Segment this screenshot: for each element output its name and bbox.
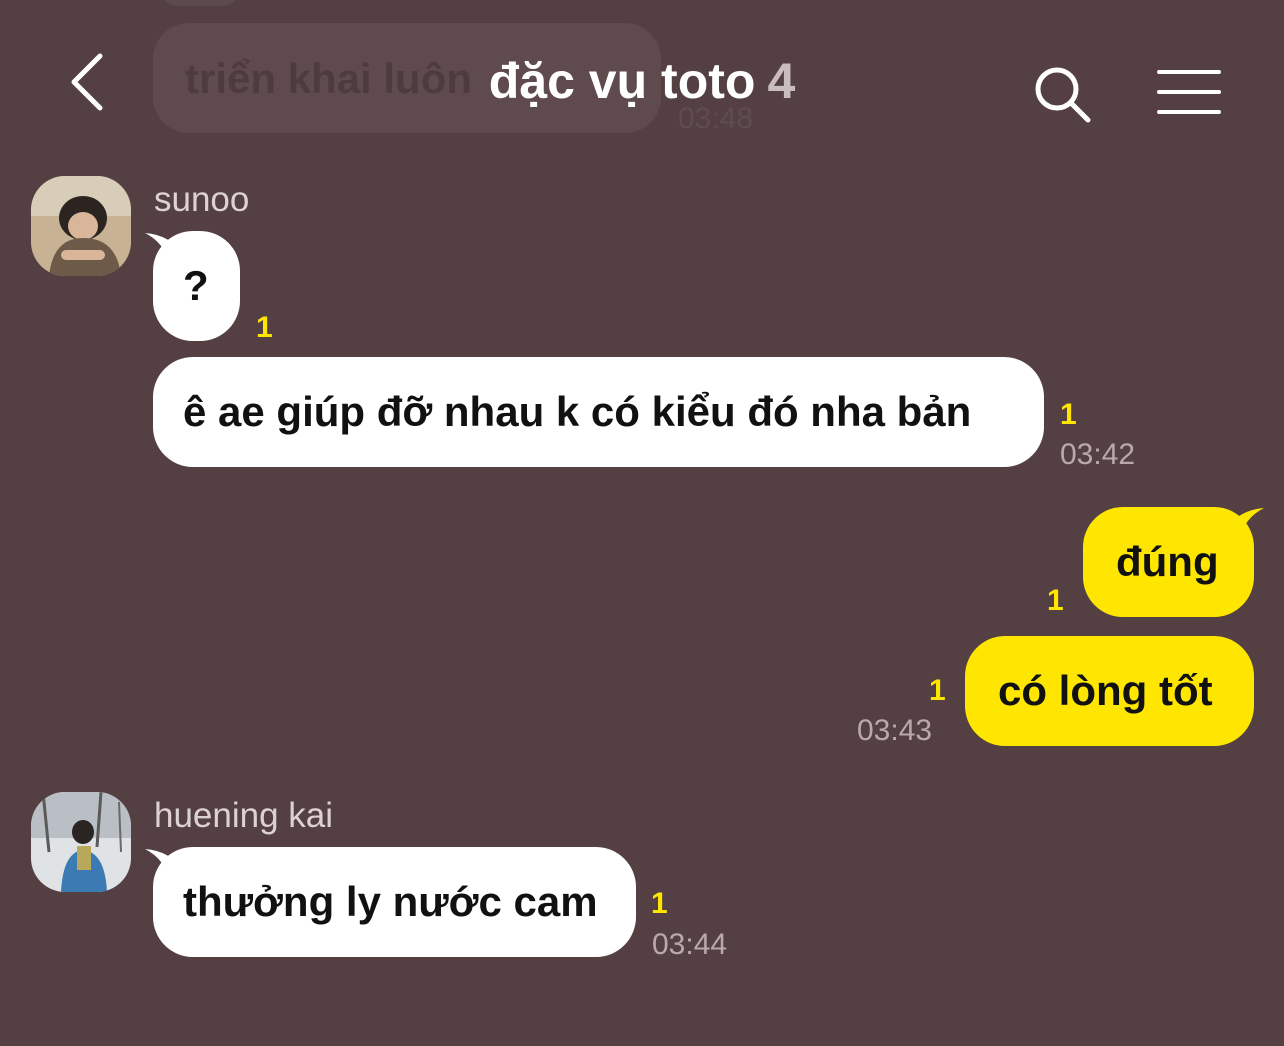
- avatar-image: [31, 792, 131, 892]
- avatar-sunoo[interactable]: [31, 176, 131, 276]
- unread-count: 1: [651, 887, 668, 920]
- message-bubble[interactable]: đúng: [1083, 507, 1254, 617]
- previous-message-fragment: [160, 0, 240, 6]
- message-time: 03:43: [857, 714, 933, 747]
- unread-count: 1: [929, 674, 946, 707]
- sender-name: huening kai: [154, 796, 334, 835]
- chat-name: đặc vụ toto: [488, 53, 756, 109]
- unread-count: 1: [1060, 398, 1077, 431]
- menu-icon: [1157, 70, 1221, 114]
- unread-count: 1: [1047, 584, 1064, 617]
- search-button[interactable]: [1030, 62, 1094, 126]
- message-time: 03:42: [1060, 438, 1136, 471]
- message-bubble[interactable]: ê ae giúp đỡ nhau k có kiểu đó nha bản: [153, 357, 1044, 467]
- menu-button[interactable]: [1155, 66, 1223, 118]
- avatar-image: [31, 176, 131, 276]
- member-count: 4: [767, 53, 796, 109]
- message-bubble[interactable]: có lòng tốt: [965, 636, 1254, 746]
- message-time: 03:44: [652, 928, 728, 961]
- message-bubble[interactable]: thưởng ly nước cam: [153, 847, 636, 957]
- unread-count: 1: [256, 311, 273, 344]
- search-icon: [1035, 67, 1091, 123]
- sender-name: sunoo: [154, 180, 250, 219]
- message-bubble[interactable]: ?: [153, 231, 240, 341]
- avatar-huening-kai[interactable]: [31, 792, 131, 892]
